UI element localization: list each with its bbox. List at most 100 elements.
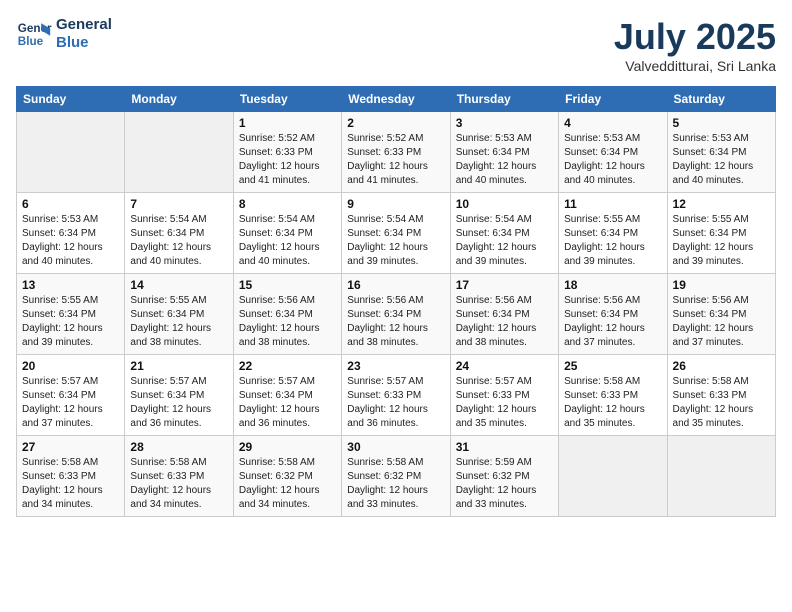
calendar-cell: 12 Sunrise: 5:55 AM Sunset: 6:34 PM Dayli… (667, 193, 775, 274)
calendar-cell: 26Sunrise: 5:58 AM Sunset: 6:33 PM Dayli… (667, 355, 775, 436)
svg-text:Blue: Blue (18, 35, 44, 48)
logo: General Blue General Blue (16, 16, 112, 52)
day-number: 23 (347, 359, 444, 373)
day-info: Sunrise: 5:54 AM Sunset: 6:34 PM Dayligh… (347, 213, 444, 269)
calendar-cell: 16Sunrise: 5:56 AM Sunset: 6:34 PM Dayli… (342, 274, 450, 355)
col-sunday: Sunday (17, 87, 125, 112)
calendar-cell: 28Sunrise: 5:58 AM Sunset: 6:33 PM Dayli… (125, 436, 233, 517)
calendar-cell: 18 Sunrise: 5:56 AM Sunset: 6:34 PM Dayli… (559, 274, 667, 355)
calendar-week-5: 27 Sunrise: 5:58 AM Sunset: 6:33 PM Dayli… (17, 436, 776, 517)
day-number: 8 (239, 197, 336, 211)
calendar-cell: 22 Sunrise: 5:57 AM Sunset: 6:34 PM Dayli… (233, 355, 341, 436)
logo-text-general: General (56, 16, 112, 34)
col-thursday: Thursday (450, 87, 558, 112)
calendar-week-3: 13Sunrise: 5:55 AM Sunset: 6:34 PM Dayli… (17, 274, 776, 355)
day-info: Sunrise: 5:52 AM Sunset: 6:33 PM Dayligh… (347, 132, 444, 188)
day-number: 18 (564, 278, 661, 292)
day-number: 30 (347, 440, 444, 454)
calendar-cell: 3Sunrise: 5:53 AM Sunset: 6:34 PM Daylig… (450, 112, 558, 193)
day-number: 22 (239, 359, 336, 373)
day-info: Sunrise: 5:57 AM Sunset: 6:33 PM Dayligh… (456, 375, 553, 431)
col-tuesday: Tuesday (233, 87, 341, 112)
day-number: 4 (564, 116, 661, 130)
day-number: 31 (456, 440, 553, 454)
day-number: 10 (456, 197, 553, 211)
calendar-table: Sunday Monday Tuesday Wednesday Thursday… (16, 86, 776, 517)
day-info: Sunrise: 5:58 AM Sunset: 6:32 PM Dayligh… (239, 456, 336, 512)
logo-icon: General Blue (16, 16, 52, 52)
day-number: 9 (347, 197, 444, 211)
day-number: 16 (347, 278, 444, 292)
day-info: Sunrise: 5:52 AM Sunset: 6:33 PM Dayligh… (239, 132, 336, 188)
day-number: 5 (673, 116, 770, 130)
calendar-cell: 11Sunrise: 5:55 AM Sunset: 6:34 PM Dayli… (559, 193, 667, 274)
day-info: Sunrise: 5:58 AM Sunset: 6:32 PM Dayligh… (347, 456, 444, 512)
day-info: Sunrise: 5:57 AM Sunset: 6:33 PM Dayligh… (347, 375, 444, 431)
day-number: 12 (673, 197, 770, 211)
day-number: 11 (564, 197, 661, 211)
col-friday: Friday (559, 87, 667, 112)
calendar-cell: 21Sunrise: 5:57 AM Sunset: 6:34 PM Dayli… (125, 355, 233, 436)
calendar-cell: 20Sunrise: 5:57 AM Sunset: 6:34 PM Dayli… (17, 355, 125, 436)
calendar-cell (559, 436, 667, 517)
calendar-cell: 23 Sunrise: 5:57 AM Sunset: 6:33 PM Dayli… (342, 355, 450, 436)
day-info: Sunrise: 5:59 AM Sunset: 6:32 PM Dayligh… (456, 456, 553, 512)
calendar-cell: 15Sunrise: 5:56 AM Sunset: 6:34 PM Dayli… (233, 274, 341, 355)
calendar-cell: 6Sunrise: 5:53 AM Sunset: 6:34 PM Daylig… (17, 193, 125, 274)
calendar-cell (125, 112, 233, 193)
location: Valvedditturai, Sri Lanka (614, 58, 776, 74)
day-info: Sunrise: 5:57 AM Sunset: 6:34 PM Dayligh… (22, 375, 119, 431)
day-number: 27 (22, 440, 119, 454)
calendar-week-2: 6Sunrise: 5:53 AM Sunset: 6:34 PM Daylig… (17, 193, 776, 274)
day-number: 17 (456, 278, 553, 292)
day-info: Sunrise: 5:55 AM Sunset: 6:34 PM Dayligh… (130, 294, 227, 350)
month-title: July 2025 (614, 16, 776, 58)
col-wednesday: Wednesday (342, 87, 450, 112)
calendar-cell: 5Sunrise: 5:53 AM Sunset: 6:34 PM Daylig… (667, 112, 775, 193)
calendar-cell: 24Sunrise: 5:57 AM Sunset: 6:33 PM Dayli… (450, 355, 558, 436)
calendar-cell: 14 Sunrise: 5:55 AM Sunset: 6:34 PM Dayli… (125, 274, 233, 355)
day-number: 15 (239, 278, 336, 292)
logo-text-blue: Blue (56, 34, 112, 52)
day-info: Sunrise: 5:53 AM Sunset: 6:34 PM Dayligh… (22, 213, 119, 269)
day-info: Sunrise: 5:54 AM Sunset: 6:34 PM Dayligh… (130, 213, 227, 269)
day-info: Sunrise: 5:58 AM Sunset: 6:33 PM Dayligh… (564, 375, 661, 431)
calendar-cell (667, 436, 775, 517)
day-number: 14 (130, 278, 227, 292)
col-monday: Monday (125, 87, 233, 112)
calendar-cell: 30 Sunrise: 5:58 AM Sunset: 6:32 PM Dayli… (342, 436, 450, 517)
col-saturday: Saturday (667, 87, 775, 112)
calendar-cell: 1Sunrise: 5:52 AM Sunset: 6:33 PM Daylig… (233, 112, 341, 193)
day-number: 25 (564, 359, 661, 373)
title-block: July 2025 Valvedditturai, Sri Lanka (614, 16, 776, 74)
header-row: Sunday Monday Tuesday Wednesday Thursday… (17, 87, 776, 112)
day-info: Sunrise: 5:58 AM Sunset: 6:33 PM Dayligh… (22, 456, 119, 512)
calendar-week-4: 20Sunrise: 5:57 AM Sunset: 6:34 PM Dayli… (17, 355, 776, 436)
calendar-header: Sunday Monday Tuesday Wednesday Thursday… (17, 87, 776, 112)
calendar-cell: 7Sunrise: 5:54 AM Sunset: 6:34 PM Daylig… (125, 193, 233, 274)
day-info: Sunrise: 5:56 AM Sunset: 6:34 PM Dayligh… (564, 294, 661, 350)
calendar-cell: 25 Sunrise: 5:58 AM Sunset: 6:33 PM Dayli… (559, 355, 667, 436)
calendar-cell: 8 Sunrise: 5:54 AM Sunset: 6:34 PM Daylig… (233, 193, 341, 274)
calendar-cell: 4Sunrise: 5:53 AM Sunset: 6:34 PM Daylig… (559, 112, 667, 193)
day-info: Sunrise: 5:56 AM Sunset: 6:34 PM Dayligh… (456, 294, 553, 350)
calendar-cell: 13Sunrise: 5:55 AM Sunset: 6:34 PM Dayli… (17, 274, 125, 355)
day-info: Sunrise: 5:55 AM Sunset: 6:34 PM Dayligh… (673, 213, 770, 269)
day-number: 21 (130, 359, 227, 373)
day-info: Sunrise: 5:58 AM Sunset: 6:33 PM Dayligh… (130, 456, 227, 512)
day-info: Sunrise: 5:57 AM Sunset: 6:34 PM Dayligh… (239, 375, 336, 431)
day-number: 29 (239, 440, 336, 454)
calendar-body: 1Sunrise: 5:52 AM Sunset: 6:33 PM Daylig… (17, 112, 776, 517)
calendar-cell: 27 Sunrise: 5:58 AM Sunset: 6:33 PM Dayli… (17, 436, 125, 517)
page-header: General Blue General Blue July 2025 Valv… (16, 16, 776, 74)
calendar-week-1: 1Sunrise: 5:52 AM Sunset: 6:33 PM Daylig… (17, 112, 776, 193)
day-number: 19 (673, 278, 770, 292)
calendar-cell: 31 Sunrise: 5:59 AM Sunset: 6:32 PM Dayli… (450, 436, 558, 517)
day-info: Sunrise: 5:58 AM Sunset: 6:33 PM Dayligh… (673, 375, 770, 431)
calendar-cell: 17 Sunrise: 5:56 AM Sunset: 6:34 PM Dayli… (450, 274, 558, 355)
calendar-cell: 19Sunrise: 5:56 AM Sunset: 6:34 PM Dayli… (667, 274, 775, 355)
day-info: Sunrise: 5:54 AM Sunset: 6:34 PM Dayligh… (239, 213, 336, 269)
day-number: 3 (456, 116, 553, 130)
calendar-cell: 10Sunrise: 5:54 AM Sunset: 6:34 PM Dayli… (450, 193, 558, 274)
calendar-cell: 9 Sunrise: 5:54 AM Sunset: 6:34 PM Daylig… (342, 193, 450, 274)
